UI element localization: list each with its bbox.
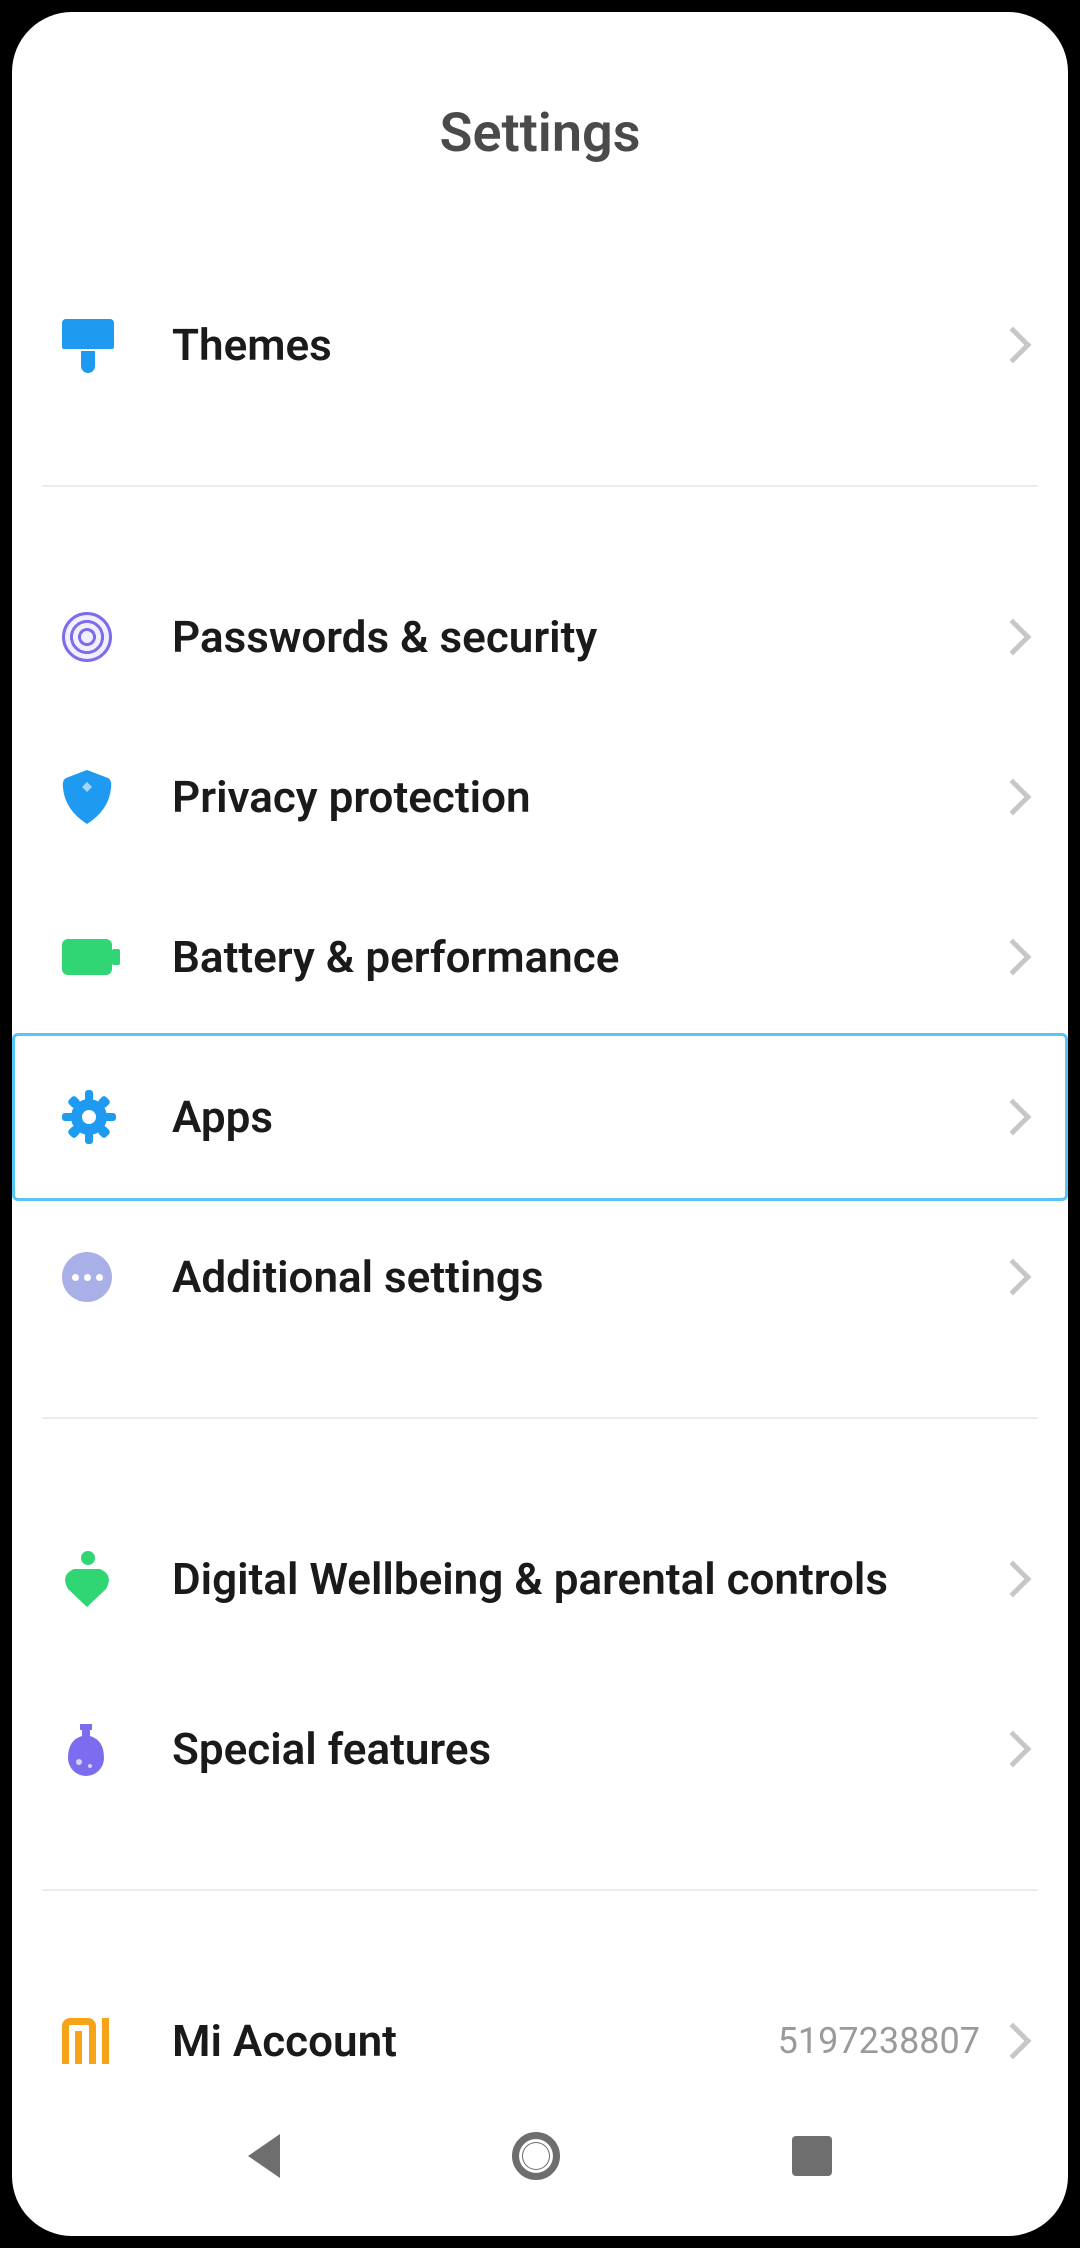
chevron-right-icon	[995, 327, 1032, 364]
section-divider	[42, 1889, 1038, 1891]
flask-icon	[62, 1722, 110, 1776]
ellipsis-icon	[62, 1252, 112, 1302]
row-battery-performance[interactable]: Battery & performance	[42, 877, 1038, 1037]
row-additional-settings[interactable]: Additional settings	[42, 1197, 1038, 1357]
row-themes[interactable]: Themes	[42, 265, 1038, 425]
nav-home-button[interactable]	[512, 2132, 560, 2180]
row-privacy-protection[interactable]: Privacy protection	[42, 717, 1038, 877]
chevron-right-icon	[995, 1561, 1032, 1598]
row-apps[interactable]: Apps	[42, 1037, 1038, 1197]
navigation-bar	[12, 2096, 1068, 2236]
row-label: Themes	[172, 318, 1000, 373]
row-value: 5197238807	[778, 2020, 980, 2062]
row-label: Mi Account	[172, 2014, 778, 2069]
row-label: Battery & performance	[172, 930, 1000, 985]
row-label: Privacy protection	[172, 770, 1000, 825]
chevron-right-icon	[995, 619, 1032, 656]
wellbeing-icon	[62, 1551, 112, 1607]
chevron-right-icon	[995, 1259, 1032, 1296]
row-passwords-security[interactable]: Passwords & security	[42, 557, 1038, 717]
chevron-right-icon	[995, 1731, 1032, 1768]
chevron-right-icon	[995, 939, 1032, 976]
row-label: Passwords & security	[172, 610, 1000, 665]
mi-icon	[62, 2018, 112, 2064]
row-label: Special features	[172, 1722, 1000, 1777]
row-digital-wellbeing[interactable]: Digital Wellbeing & parental controls	[42, 1489, 1038, 1669]
row-label: Apps	[172, 1090, 1000, 1145]
nav-recent-button[interactable]	[792, 2136, 832, 2176]
section-divider	[42, 485, 1038, 487]
shield-icon	[62, 770, 112, 824]
themes-icon	[62, 319, 114, 371]
section-divider	[42, 1417, 1038, 1419]
battery-icon	[62, 939, 120, 975]
gear-icon	[62, 1090, 116, 1144]
row-mi-account[interactable]: Mi Account 5197238807	[42, 1961, 1038, 2096]
nav-back-button[interactable]	[248, 2134, 280, 2178]
chevron-right-icon	[995, 779, 1032, 816]
row-special-features[interactable]: Special features	[42, 1669, 1038, 1829]
fingerprint-icon	[62, 612, 112, 662]
page-title: Settings	[42, 102, 1038, 165]
row-label: Additional settings	[172, 1250, 1000, 1305]
row-label: Digital Wellbeing & parental controls	[172, 1552, 1000, 1607]
chevron-right-icon	[995, 1099, 1032, 1136]
chevron-right-icon	[995, 2023, 1032, 2060]
